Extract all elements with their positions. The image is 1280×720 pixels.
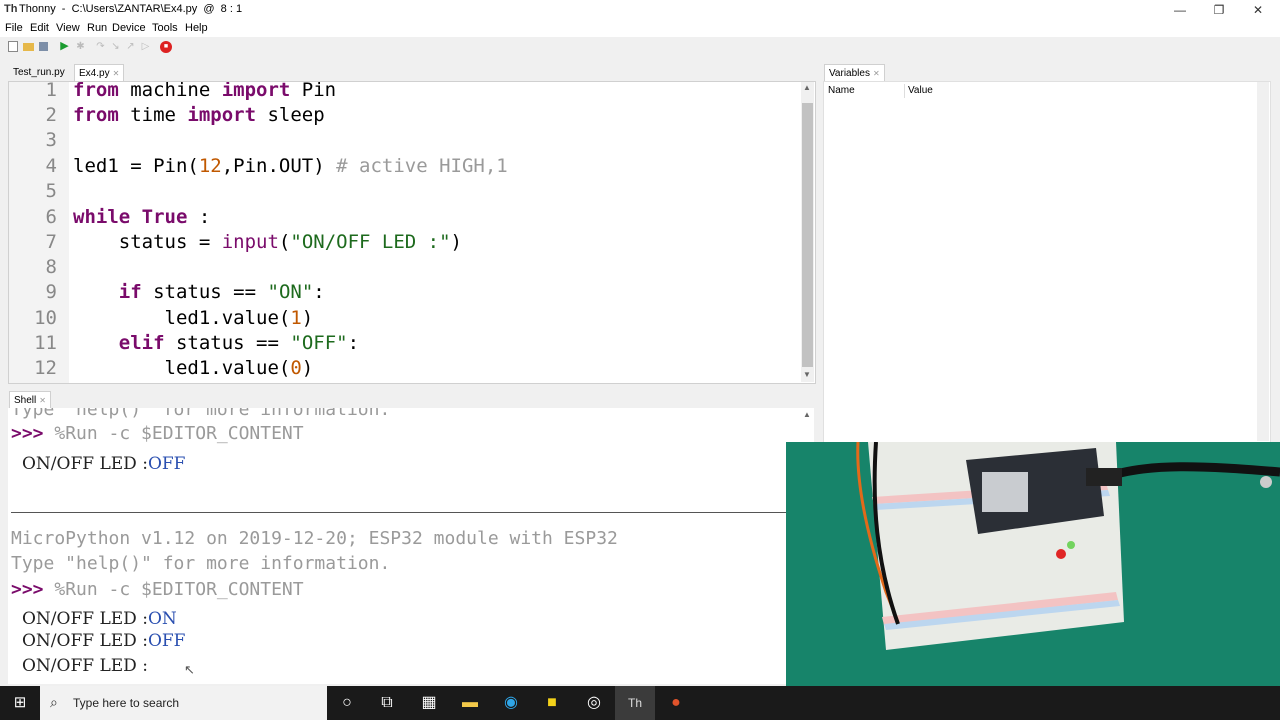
- close-tab-icon[interactable]: ✕: [873, 69, 880, 78]
- code-line: led1.value(1): [73, 307, 314, 329]
- code-line: status = input("ON/OFF LED :"): [73, 231, 462, 253]
- tab-test-run[interactable]: Test_run.py: [9, 64, 69, 81]
- close-button[interactable]: ✕: [1235, 0, 1280, 20]
- menu-run[interactable]: Run: [87, 22, 107, 34]
- shell-input-line[interactable]: ON/OFF LED :: [22, 656, 148, 676]
- file-explorer-icon[interactable]: ▬: [450, 686, 490, 720]
- shell-line: >>> %Run -c $EDITOR_CONTENT: [11, 423, 304, 444]
- line-number: 7: [45, 231, 57, 253]
- step-out-icon[interactable]: ↗: [125, 41, 136, 52]
- code-line: while True :: [73, 206, 211, 228]
- variables-panel: Name Value: [823, 81, 1271, 443]
- menu-file[interactable]: File: [5, 22, 23, 34]
- cortana-icon[interactable]: ○: [327, 686, 367, 720]
- code-line: elif status == "OFF":: [118, 332, 360, 354]
- step-over-icon[interactable]: ↷: [95, 41, 106, 52]
- menu-tools[interactable]: Tools: [152, 22, 178, 34]
- title-bar: Th Thonny - C:\Users\ZANTAR\Ex4.py @ 8 :…: [0, 0, 1280, 20]
- taskbar-search-box[interactable]: ⌕ Type here to search: [40, 686, 327, 720]
- code-line: led1.value(0): [73, 357, 314, 379]
- shell-line: Type "help()" for more information.: [11, 553, 391, 574]
- save-icon[interactable]: [39, 42, 48, 51]
- scroll-up-icon[interactable]: ▲: [803, 83, 811, 92]
- task-view-icon[interactable]: ⧉: [367, 686, 407, 720]
- line-number: 9: [45, 281, 57, 303]
- line-number: 2: [45, 104, 57, 126]
- mouse-cursor-icon: ↖: [184, 662, 195, 677]
- menu-device[interactable]: Device: [112, 22, 146, 34]
- toolbar: ▶ ✱ ↷ ↘ ↗ ▷ ■: [0, 37, 1280, 57]
- breadboard-photo: [786, 442, 1280, 720]
- sticky-notes-icon[interactable]: ■: [532, 686, 572, 720]
- menu-bar: File Edit View Run Device Tools Help: [0, 20, 1280, 37]
- stop-icon[interactable]: ■: [160, 41, 172, 53]
- code-line: from time import sleep: [73, 104, 325, 126]
- code-line: from machine import Pin: [73, 81, 337, 101]
- step-into-icon[interactable]: ↘: [110, 41, 121, 52]
- column-divider: [904, 84, 905, 98]
- tab-shell[interactable]: Shell ✕: [9, 391, 51, 409]
- line-number: 8: [45, 256, 57, 278]
- new-file-icon[interactable]: [8, 41, 18, 52]
- code-line: if status == "ON":: [118, 281, 325, 303]
- variables-scrollbar[interactable]: [1257, 82, 1269, 441]
- windows-start-icon[interactable]: ⊞: [0, 686, 40, 720]
- run-icon[interactable]: ▶: [59, 41, 70, 52]
- webcam-overlay-image: [786, 442, 1280, 720]
- line-number: 5: [45, 180, 57, 202]
- line-number: 12: [34, 357, 57, 379]
- line-number: 4: [45, 155, 57, 177]
- line-number: 6: [45, 206, 57, 228]
- thonny-logo-icon: Th: [4, 3, 18, 15]
- editor-scrollbar-thumb[interactable]: [802, 103, 813, 367]
- line-number: 1: [45, 81, 57, 101]
- code-line: led1 = Pin(12,Pin.OUT) # active HIGH,1: [73, 155, 508, 177]
- menu-view[interactable]: View: [56, 22, 80, 34]
- thonny-icon[interactable]: Th: [615, 686, 655, 720]
- tab-variables[interactable]: Variables ✕: [824, 64, 885, 82]
- shell-output: ON/OFF LED :OFF: [22, 454, 186, 474]
- shell-line: Type "help()" for more information.: [11, 408, 391, 420]
- calculator-icon[interactable]: ▦: [409, 686, 449, 720]
- shell-output: ON/OFF LED :OFF: [22, 631, 186, 651]
- scroll-down-icon[interactable]: ▼: [803, 370, 811, 379]
- column-header-value[interactable]: Value: [908, 85, 933, 96]
- close-tab-icon[interactable]: ✕: [39, 396, 46, 405]
- obs-icon[interactable]: ◎: [574, 686, 614, 720]
- shell-console[interactable]: Type "help()" for more information. >>> …: [8, 408, 814, 684]
- menu-help[interactable]: Help: [185, 22, 208, 34]
- resume-icon[interactable]: ▷: [140, 41, 151, 52]
- line-number: 10: [34, 307, 57, 329]
- debug-icon[interactable]: ✱: [75, 41, 86, 52]
- shell-line: MicroPython v1.12 on 2019-12-20; ESP32 m…: [11, 528, 618, 549]
- close-tab-icon[interactable]: ✕: [113, 69, 120, 78]
- code-editor[interactable]: 1 2 3 4 5 6 7 8 9 10 11 12 from machine …: [8, 81, 816, 384]
- edge-icon[interactable]: ◉: [491, 686, 531, 720]
- shell-line: >>> %Run -c $EDITOR_CONTENT: [11, 579, 304, 600]
- tab-ex4[interactable]: Ex4.py ✕: [74, 64, 125, 82]
- line-number: 3: [45, 129, 57, 151]
- powerpoint-icon[interactable]: ●: [656, 686, 696, 720]
- open-file-icon[interactable]: [23, 43, 34, 51]
- search-placeholder: Type here to search: [73, 696, 180, 710]
- shell-scroll-up-icon[interactable]: ▲: [803, 410, 811, 419]
- column-header-name[interactable]: Name: [828, 85, 855, 96]
- search-icon: ⌕: [50, 694, 58, 710]
- window-title: Thonny - C:\Users\ZANTAR\Ex4.py @ 8 : 1: [19, 3, 243, 15]
- shell-separator: [11, 512, 811, 513]
- line-number: 11: [34, 332, 57, 354]
- shell-output: ON/OFF LED :ON: [22, 609, 177, 629]
- menu-edit[interactable]: Edit: [30, 22, 49, 34]
